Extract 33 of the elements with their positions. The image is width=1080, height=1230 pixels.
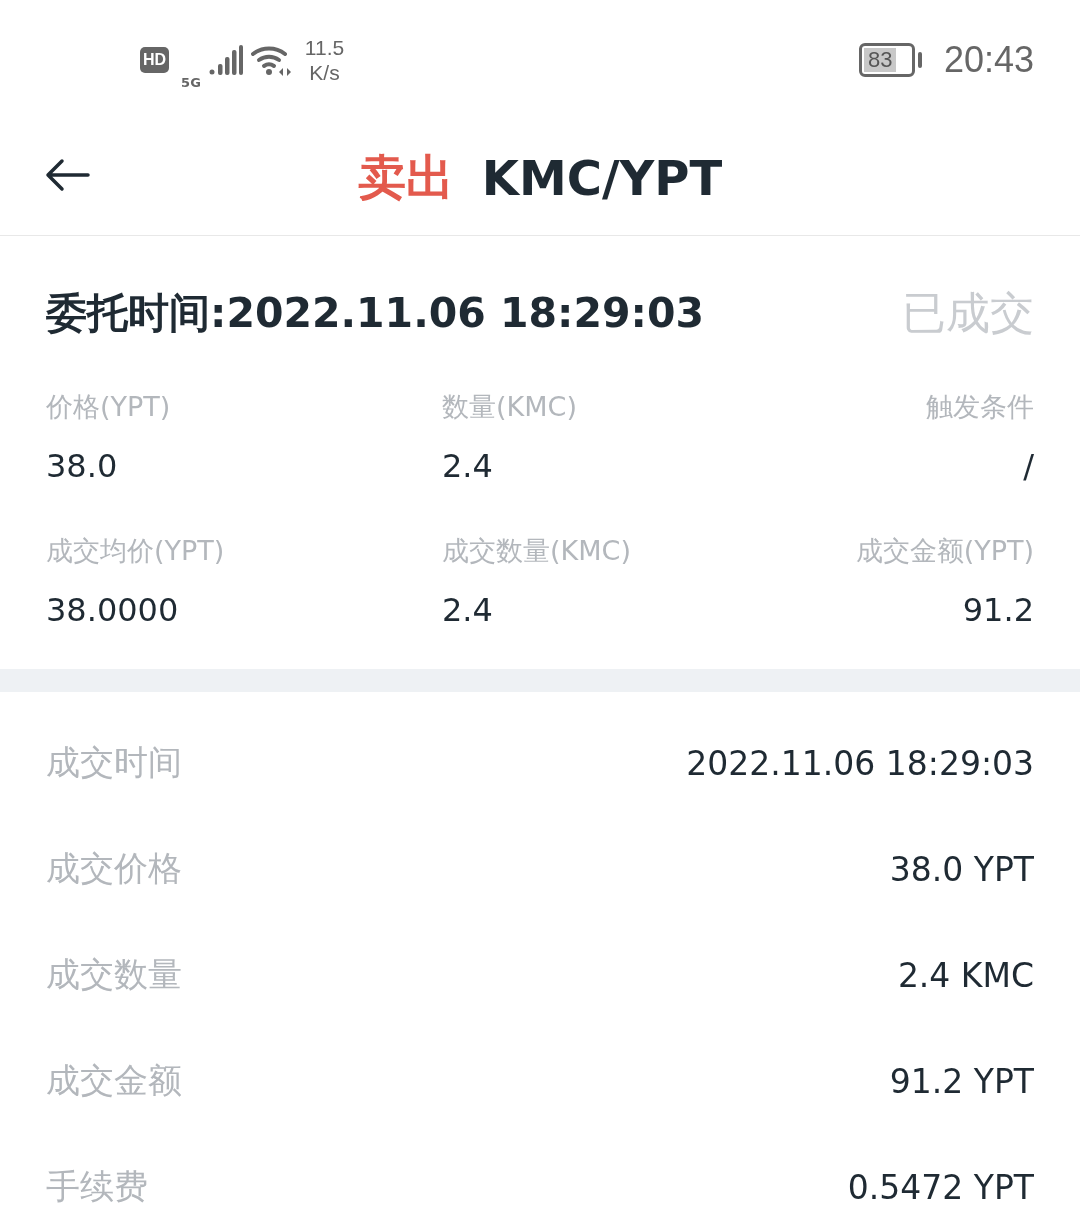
field-label: 价格(YPT) xyxy=(46,390,172,424)
back-icon[interactable] xyxy=(44,158,90,192)
hd-badge: HD xyxy=(140,47,170,73)
field-value: 2.4 xyxy=(442,447,494,485)
wifi-icon xyxy=(250,44,291,76)
speed-unit: K/s xyxy=(309,60,340,86)
speed-value: 11.5 xyxy=(304,34,345,60)
signal-icon xyxy=(208,45,243,75)
field-value: / xyxy=(1023,447,1034,485)
clock-time: 20:43 xyxy=(943,39,1034,81)
field-label: 成交金额(YPT) xyxy=(855,534,1034,568)
detail-value: 2022.11.06 18:29:03 xyxy=(686,743,1034,783)
field-value: 38.0000 xyxy=(46,591,180,629)
field-label: 成交均价(YPT) xyxy=(46,534,226,568)
network-type: 5G xyxy=(181,74,201,90)
field-label: 触发条件 xyxy=(926,390,1034,424)
detail-value: 91.2 YPT xyxy=(889,1061,1034,1101)
field-label: 数量(KMC) xyxy=(442,390,578,424)
detail-label: 成交时间 xyxy=(46,741,182,784)
detail-value: 38.0 YPT xyxy=(889,849,1034,889)
trading-pair: KMC/YPT xyxy=(481,149,723,206)
detail-label: 成交金额 xyxy=(46,1059,182,1102)
field-value: 2.4 xyxy=(442,591,494,629)
detail-value: 0.5472 YPT xyxy=(847,1167,1034,1207)
detail-value: 2.4 KMC xyxy=(897,955,1034,995)
order-side: 卖出 xyxy=(357,147,454,207)
order-time: 委托时间:2022.11.06 18:29:03 xyxy=(46,288,704,339)
field-value: 91.2 xyxy=(962,591,1034,629)
detail-label: 成交数量 xyxy=(46,953,182,996)
detail-label: 手续费 xyxy=(46,1165,148,1208)
detail-label: 成交价格 xyxy=(46,847,182,890)
field-value: 38.0 xyxy=(46,447,119,485)
field-label: 成交数量(KMC) xyxy=(442,534,632,568)
